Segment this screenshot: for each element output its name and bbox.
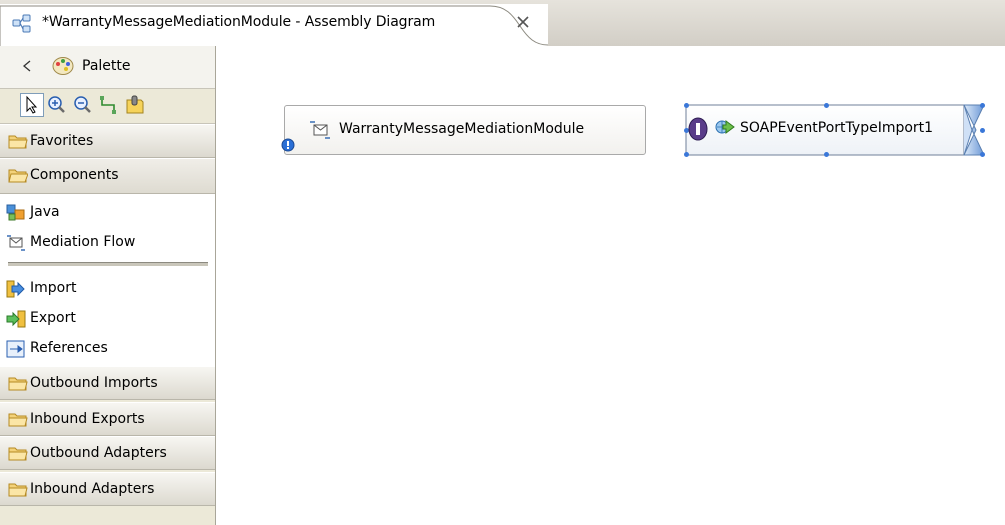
zoom-in-icon[interactable] [46, 94, 68, 116]
selection-handle[interactable] [684, 103, 689, 108]
palette-panel: Palette Favorites Components Java Mediat… [0, 46, 216, 525]
editor-tab-strip: *WarrantyMessageMediationModule - Assemb… [0, 0, 1005, 46]
tab-assembly-diagram[interactable]: *WarrantyMessageMediationModule - Assemb… [0, 4, 548, 46]
selection-handle[interactable] [824, 152, 829, 157]
palette-title: Palette [82, 58, 131, 74]
palette-entry-import[interactable]: Import [0, 274, 215, 304]
drawer-label: Outbound Imports [30, 375, 158, 391]
palette-entry-references[interactable]: References [0, 334, 215, 364]
drawer-outbound-imports[interactable]: Outbound Imports [0, 366, 215, 400]
folder-icon [8, 481, 28, 501]
folder-open-icon [8, 167, 29, 187]
entry-label: Java [30, 204, 60, 220]
drawer-label: Outbound Adapters [30, 445, 167, 461]
zoom-out-icon[interactable] [72, 94, 94, 116]
palette-entry-export[interactable]: Export [0, 304, 215, 334]
selection-handle[interactable] [684, 152, 689, 157]
folder-icon [8, 445, 28, 465]
drawer-components[interactable]: Components [0, 158, 215, 194]
drawer-label: Favorites [30, 133, 94, 149]
import-node-label: SOAPEventPortTypeImport1 [740, 120, 934, 136]
select-arrow-icon[interactable] [20, 93, 44, 117]
drawer-label: Inbound Adapters [30, 481, 155, 497]
soap-import-icon [714, 117, 736, 141]
tab-title: *WarrantyMessageMediationModule - Assemb… [42, 14, 436, 30]
folder-icon [8, 375, 28, 395]
selection-handle[interactable] [980, 103, 985, 108]
components-entries: Java Mediation Flow Import Export Refere… [0, 194, 215, 366]
entry-label: Export [30, 310, 76, 326]
entry-label: Import [30, 280, 77, 296]
palette-toolbar [0, 88, 215, 124]
export-icon [6, 310, 26, 332]
drawer-label: Inbound Exports [30, 411, 145, 427]
diagram-canvas[interactable]: WarrantyMessageMediationModule SOAPEvent… [216, 46, 1005, 525]
close-icon[interactable] [516, 15, 530, 33]
palette-entry-java[interactable]: Java [0, 198, 215, 228]
entry-label: Mediation Flow [30, 234, 136, 250]
interface-icon[interactable] [687, 117, 709, 145]
folder-icon [8, 411, 28, 431]
palette-separator [8, 262, 208, 267]
wire-tool-icon[interactable] [98, 94, 120, 116]
warning-icon[interactable] [281, 138, 295, 156]
palette-header[interactable]: Palette [0, 46, 215, 88]
import-node[interactable]: SOAPEventPortTypeImport1 [684, 103, 986, 157]
palette-icon [52, 56, 74, 80]
drawer-favorites[interactable]: Favorites [0, 124, 215, 158]
note-tool-icon[interactable] [124, 94, 146, 116]
folder-icon [8, 133, 28, 153]
references-icon [6, 340, 26, 362]
module-node-label: WarrantyMessageMediationModule [339, 121, 585, 137]
entry-label: References [30, 340, 108, 356]
selection-handle[interactable] [980, 152, 985, 157]
import-icon [6, 280, 26, 302]
selection-handle[interactable] [980, 128, 985, 133]
module-node[interactable]: WarrantyMessageMediationModule [281, 105, 646, 156]
drawer-inbound-exports[interactable]: Inbound Exports [0, 402, 215, 436]
assembly-diagram-icon [12, 14, 32, 38]
drawer-inbound-adapters[interactable]: Inbound Adapters [0, 472, 215, 506]
collapse-palette-icon[interactable] [22, 60, 32, 76]
palette-entry-mediation-flow[interactable]: Mediation Flow [0, 228, 215, 258]
selection-handle[interactable] [824, 103, 829, 108]
mediation-flow-icon [6, 234, 26, 256]
drawer-label: Components [30, 167, 119, 183]
java-component-icon [6, 204, 26, 226]
drawer-outbound-adapters[interactable]: Outbound Adapters [0, 436, 215, 470]
mediation-flow-icon [309, 120, 331, 144]
